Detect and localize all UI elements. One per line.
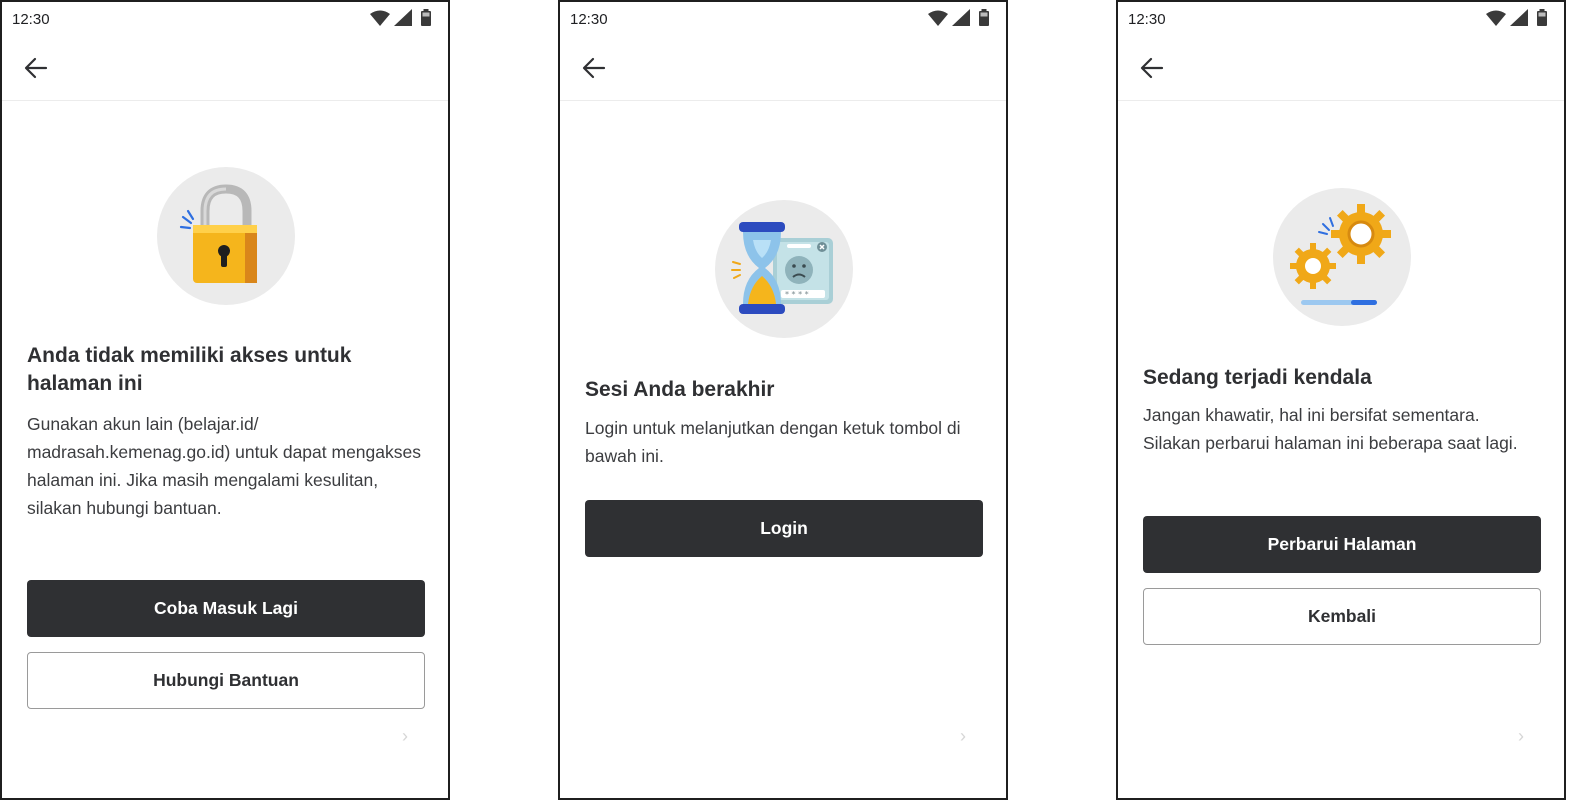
page-title: Sesi Anda berakhir [585,378,775,401]
status-bar: 12:30 [2,2,448,36]
hourglass-session-icon: * * * * [731,222,833,314]
signal-icon [1510,9,1528,26]
signal-icon [952,9,970,26]
status-time: 12:30 [570,11,608,28]
chevron-right-icon: › [1518,726,1524,746]
status-bar: 12:30 [560,2,1006,36]
page-description: Login untuk melanjutkan dengan ketuk tom… [585,418,961,466]
screen-error: 12:30 Sedang terjadi kendala Jangan khaw… [1116,0,1566,800]
svg-text:* * * *: * * * * [785,290,809,299]
page-description: Gunakan akun lain (belajar.id/ madrasah.… [27,414,421,518]
padlock-icon [179,184,257,283]
wifi-icon [370,10,390,26]
page-title: Sedang terjadi kendala [1143,366,1372,389]
contact-help-button[interactable]: Hubungi Bantuan [27,652,425,709]
screen-session-expired: 12:30 * * * * Sesi Anda berakhir Login u… [558,0,1008,800]
page-description: Jangan khawatir, hal ini bersifat sement… [1143,405,1518,453]
wifi-icon [928,10,948,26]
chevron-right-icon: › [402,726,408,746]
back-arrow-icon[interactable] [580,54,608,82]
battery-icon [421,9,431,26]
gears-illustration [1273,188,1411,326]
gears-icon [1290,204,1391,305]
padlock-illustration [157,167,295,305]
status-icons [1484,8,1556,33]
status-icons [368,8,440,33]
session-illustration: * * * * [715,200,853,338]
chevron-right-icon: › [960,726,966,746]
status-time: 12:30 [12,11,50,28]
status-bar: 12:30 [1118,2,1564,36]
login-button[interactable]: Login [585,500,983,557]
app-bar [1118,36,1564,101]
battery-icon [1537,9,1547,26]
wifi-icon [1486,10,1506,26]
page-title: Anda tidak memiliki akses untuk halaman … [27,344,352,395]
app-bar [2,36,448,101]
retry-login-button[interactable]: Coba Masuk Lagi [27,580,425,637]
go-back-button[interactable]: Kembali [1143,588,1541,645]
status-icons [926,8,998,33]
status-time: 12:30 [1128,11,1166,28]
app-bar [560,36,1006,101]
back-arrow-icon[interactable] [1138,54,1166,82]
refresh-page-button[interactable]: Perbarui Halaman [1143,516,1541,573]
battery-icon [979,9,989,26]
signal-icon [394,9,412,26]
back-arrow-icon[interactable] [22,54,50,82]
screen-no-access: 12:30 Anda tidak memiliki akses untuk ha… [0,0,450,800]
